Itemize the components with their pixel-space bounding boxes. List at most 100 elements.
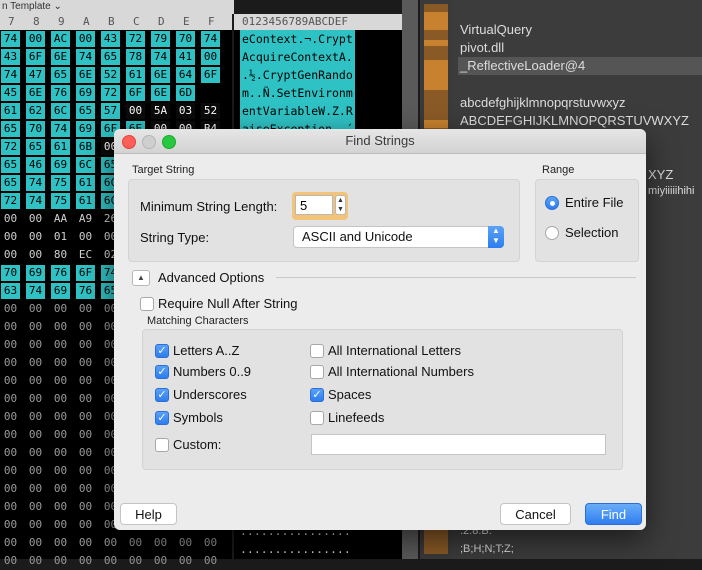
hex-byte: 00 [28,230,43,243]
hex-byte: 72 [126,31,145,47]
hex-byte: 6F [26,49,45,65]
hex-byte: 00 [28,248,43,261]
hex-byte: A9 [78,212,93,225]
hex-byte: 65 [101,49,120,65]
hex-byte: 00 [78,500,93,513]
custom-characters-input[interactable] [311,434,606,455]
cancel-button[interactable]: Cancel [500,503,571,525]
selection-radio[interactable] [545,226,559,240]
hex-byte: 00 [3,536,18,549]
hex-byte: 69 [26,265,45,281]
hex-byte: 00 [3,338,18,351]
hex-byte: 00 [28,356,43,369]
advanced-options-disclosure[interactable]: ▲ [132,270,150,286]
string-item[interactable]: _ReflectiveLoader@4 [460,58,585,73]
hex-row: 74 47 65 6E 52 61 6E 64 6F [0,66,232,84]
min-length-input[interactable] [295,195,333,215]
hex-byte: 45 [1,85,20,101]
hex-byte: 00 [78,230,93,243]
hex-byte: 74 [76,49,95,65]
entire-file-label: Entire File [565,195,624,210]
string-item[interactable]: ABCDEFGHIJKLMNOPQRSTUVWXYZ [460,113,689,128]
hex-byte: 00 [3,554,18,567]
hex-byte: 6E [26,85,45,101]
hex-byte: 74 [26,283,45,299]
intl-numbers-checkbox[interactable] [310,365,324,379]
letters-label: Letters A..Z [173,343,240,358]
hex-byte: 61 [126,67,145,83]
hex-byte: 61 [76,193,95,209]
help-button[interactable]: Help [120,503,177,525]
hex-byte: 65 [26,139,45,155]
spaces-checkbox[interactable]: ✓ [310,388,324,402]
hex-byte: 6F [76,265,95,281]
custom-checkbox[interactable] [155,438,169,452]
hex-byte: 00 [78,374,93,387]
letters-checkbox[interactable]: ✓ [155,344,169,358]
find-strings-dialog: Find Strings Target String Minimum Strin… [114,129,646,530]
hex-byte: 43 [1,49,20,65]
numbers-checkbox[interactable]: ✓ [155,365,169,379]
hex-byte: 01 [53,230,68,243]
linefeeds-checkbox[interactable] [310,411,324,425]
require-null-checkbox[interactable] [140,297,154,311]
string-item[interactable]: abcdefghijklmnopqrstuvwxyz [460,95,625,110]
hex-byte: 00 [3,212,18,225]
hex-byte: 00 [78,446,93,459]
hex-byte: 00 [53,374,68,387]
hex-byte: 00 [3,392,18,405]
string-type-select[interactable]: ASCII and Unicode ▲ ▼ [293,226,504,248]
min-length-stepper: ▲ ▼ [292,192,348,220]
stepper-arrows[interactable]: ▲ ▼ [335,195,346,215]
hex-byte: 00 [3,374,18,387]
underscores-checkbox[interactable]: ✓ [155,388,169,402]
string-item: ;B;H;N;T;Z; [460,543,514,555]
hex-byte: 74 [51,121,70,137]
dialog-titlebar[interactable]: Find Strings [114,129,646,154]
template-bar[interactable]: n Template ⌄ [0,0,234,14]
hex-byte: 52 [201,103,220,119]
hex-column-label: A [83,15,90,28]
hex-byte: 6E [76,67,95,83]
hex-byte: 00 [53,518,68,531]
hex-byte: 00 [53,356,68,369]
symbols-label: Symbols [173,410,223,425]
intl-letters-checkbox[interactable] [310,344,324,358]
hex-byte: 70 [1,265,20,281]
entire-file-radio[interactable] [545,196,559,210]
hex-byte: 00 [53,410,68,423]
hex-byte: 62 [26,103,45,119]
hex-row: 45 6E 76 69 72 6F 6E 6D [0,84,232,102]
hex-column-label: 7 [8,15,15,28]
hex-byte: 00 [3,410,18,423]
hex-byte: 00 [28,392,43,405]
hex-byte: 52 [101,67,120,83]
hex-byte: 65 [1,121,20,137]
hex-byte: 72 [1,193,20,209]
hex-byte: 03 [176,103,195,119]
hex-byte: 69 [76,85,95,101]
chevron-down-icon[interactable]: ▼ [336,205,345,214]
chevron-up-icon[interactable]: ▲ [336,196,345,205]
hex-byte: EC [78,248,93,261]
hex-byte: 61 [51,139,70,155]
hex-byte: AA [53,212,68,225]
hex-row: 43 6F 6E 74 65 78 74 41 00 [0,48,232,66]
find-button[interactable]: Find [585,503,642,525]
hex-byte: 00 [3,302,18,315]
hex-byte: 64 [176,67,195,83]
hex-byte: 00 [28,536,43,549]
underscores-label: Underscores [173,387,247,402]
hex-byte: 00 [3,230,18,243]
hex-byte: 75 [51,193,70,209]
hex-row: 00 00 00 00 00 00 00 00 00 [0,552,232,570]
hex-byte: 00 [178,554,193,567]
string-type-label: String Type: [140,230,210,245]
hex-byte: 5A [151,103,170,119]
updown-arrows-icon: ▲ ▼ [488,226,504,248]
ascii-header-text: 0123456789ABCDEF [242,15,348,28]
string-item[interactable]: pivot.dll [460,40,504,55]
symbols-checkbox[interactable]: ✓ [155,411,169,425]
hex-byte: 00 [53,482,68,495]
string-item[interactable]: VirtualQuery [460,22,532,37]
